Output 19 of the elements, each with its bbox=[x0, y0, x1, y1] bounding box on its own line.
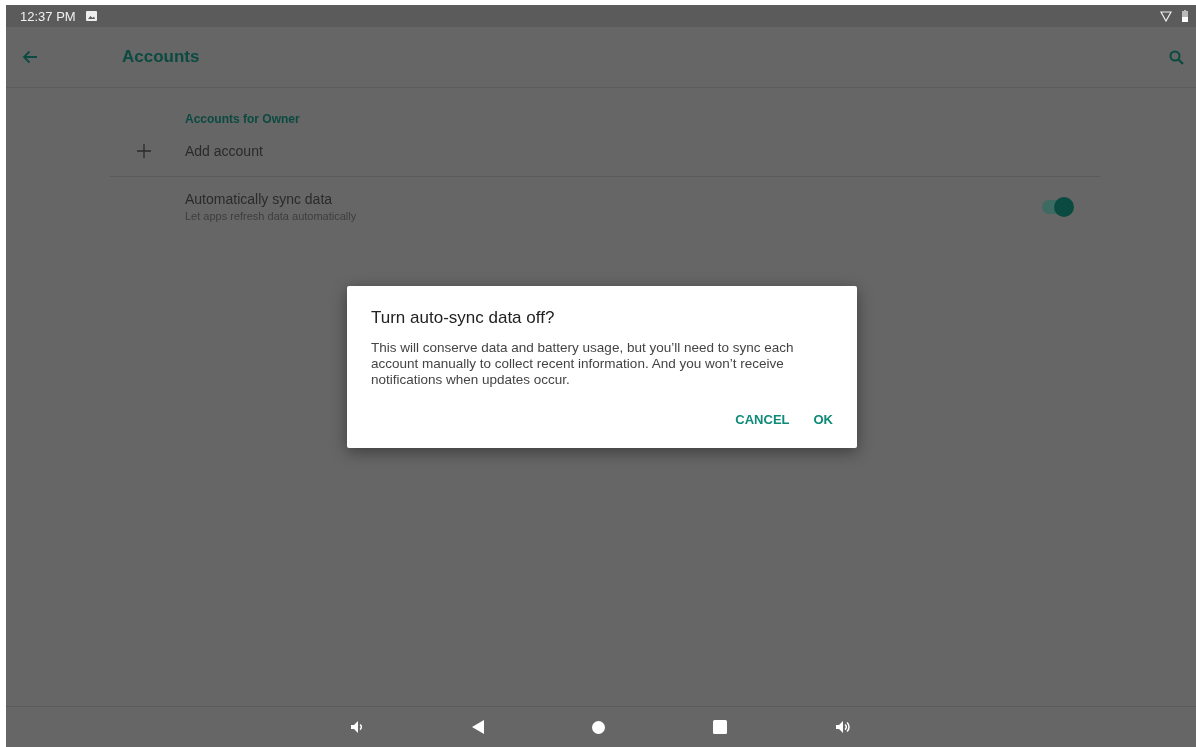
dialog-title: Turn auto-sync data off? bbox=[371, 308, 556, 328]
image-notification-icon bbox=[85, 11, 97, 21]
status-time: 12:37 PM bbox=[20, 8, 76, 24]
wifi-icon bbox=[1160, 10, 1172, 22]
setting-title: Automatically sync data bbox=[185, 191, 334, 207]
page-title: Accounts bbox=[122, 47, 200, 67]
dialog-message: This will conserve data and battery usage, but you’ll need to sync each account manually to collect recent information. And you won’t receive notifications when updates occur. bbox=[371, 340, 795, 388]
add-account-label: Add account bbox=[185, 143, 263, 159]
plus-icon bbox=[137, 144, 151, 158]
volume-down-icon[interactable] bbox=[350, 720, 364, 734]
battery-icon bbox=[1182, 10, 1188, 22]
sync-toggle[interactable] bbox=[1042, 199, 1072, 214]
add-account-row[interactable]: Add account bbox=[110, 126, 1100, 176]
dialog-button[interactable]: CANCEL bbox=[727, 406, 798, 433]
home-circle-icon[interactable] bbox=[592, 720, 605, 734]
back-triangle-icon[interactable] bbox=[472, 720, 484, 734]
dialog-button[interactable]: OK bbox=[805, 406, 841, 433]
volume-up-icon[interactable] bbox=[835, 720, 852, 734]
section-header: Accounts for Owner bbox=[185, 112, 301, 126]
